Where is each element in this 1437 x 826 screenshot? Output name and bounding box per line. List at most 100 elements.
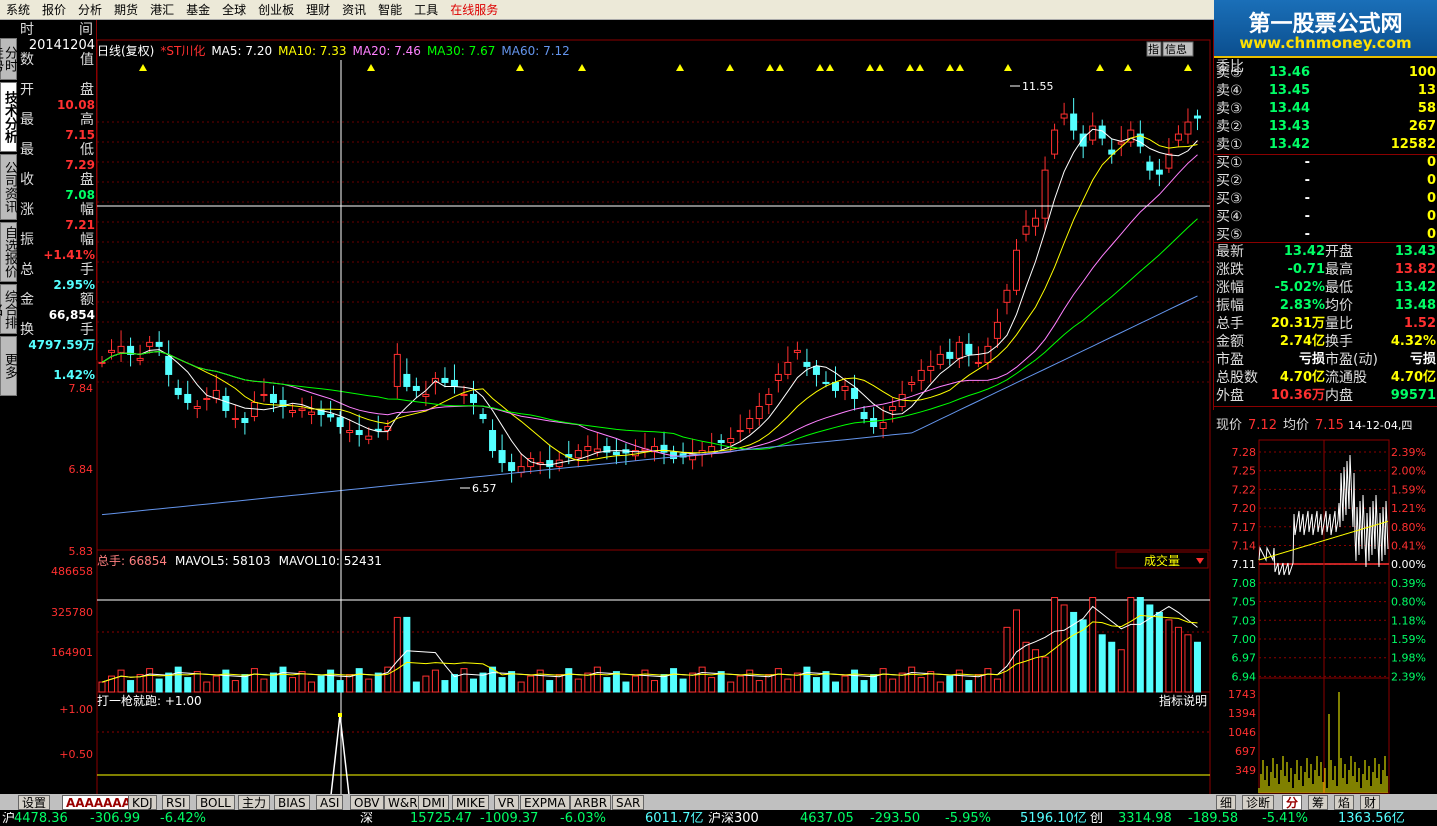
candle-body xyxy=(1193,115,1201,119)
volume-bar xyxy=(155,678,163,693)
stat-row: 金额 2.74亿 换手 4.32% xyxy=(1216,334,1436,350)
candle-body xyxy=(184,393,192,403)
bid-row[interactable]: 买③ -0 xyxy=(1214,190,1437,208)
indicator-tab[interactable]: MIKE xyxy=(452,795,490,810)
menu-item[interactable]: 理财 xyxy=(300,0,336,20)
candle-body xyxy=(412,385,420,391)
indicator-tab[interactable]: AAAAAAA xyxy=(62,795,136,810)
indicator-tab[interactable]: EXPMA xyxy=(520,795,570,810)
right-tab[interactable]: 筹 xyxy=(1308,795,1329,810)
candle-body xyxy=(746,418,754,430)
ma30-line xyxy=(101,218,1198,450)
info-row: 涨幅 xyxy=(20,202,94,218)
signal-triangle xyxy=(866,64,874,71)
ma60-line xyxy=(101,295,1198,516)
indicator-tab[interactable]: ASI xyxy=(316,795,344,810)
bid-row[interactable]: 买② -0 xyxy=(1214,172,1437,190)
volume-bar xyxy=(727,681,735,693)
stat-row: 振幅 2.83% 均价 13.48 xyxy=(1216,298,1436,314)
mini-vol-axis: 349 xyxy=(1235,764,1256,777)
indicator-tab[interactable]: SAR xyxy=(612,795,645,810)
menu-item[interactable]: 全球 xyxy=(216,0,252,20)
mini-left-axis: 7.28 xyxy=(1232,446,1257,459)
bid-row[interactable]: 买④ -0 xyxy=(1214,208,1437,226)
watermark-url: www.chnmoney.com xyxy=(1239,34,1412,52)
right-tab[interactable]: 财 xyxy=(1360,795,1381,810)
volume-axis-label: 164901 xyxy=(51,646,93,659)
signal-triangle xyxy=(956,64,964,71)
indicator-tab[interactable]: W&R xyxy=(384,795,422,810)
menu-item[interactable]: 分析 xyxy=(72,0,108,20)
volume-bar xyxy=(498,677,506,693)
indicator-tab[interactable]: DMI xyxy=(418,795,450,810)
mini-left-axis: 7.11 xyxy=(1232,558,1257,571)
menu-item[interactable]: 创业板 xyxy=(252,0,300,20)
ask-row[interactable]: 卖① 13.42 12582 xyxy=(1214,136,1437,154)
right-tab[interactable]: 分 xyxy=(1282,795,1303,810)
volume-bar xyxy=(308,681,316,693)
candle-body xyxy=(812,365,820,375)
status-item: 3314.98 xyxy=(1118,812,1172,826)
status-item: -1009.37 xyxy=(480,812,539,826)
menu-item[interactable]: 智能 xyxy=(372,0,408,20)
signal-triangle xyxy=(776,64,784,71)
right-tab[interactable]: 细 xyxy=(1216,795,1237,810)
indicator-tab[interactable]: ARBR xyxy=(570,795,612,810)
menu-item[interactable]: 工具 xyxy=(408,0,444,20)
candle-body xyxy=(1060,113,1068,119)
indicator-tab[interactable]: OBV xyxy=(350,795,384,810)
ask-row[interactable]: 卖④ 13.45 13 xyxy=(1214,82,1437,100)
candle-body xyxy=(450,379,458,387)
ask-row[interactable]: 卖⑤ 13.46 100 xyxy=(1214,64,1437,82)
volume-axis-label: 325780 xyxy=(51,606,93,619)
right-tab[interactable]: 诊断 xyxy=(1242,795,1275,810)
candle-body xyxy=(1032,217,1040,227)
volume-bar xyxy=(460,668,468,693)
indicator-tab[interactable]: 设置 xyxy=(18,795,51,810)
indicator-tab[interactable]: BIAS xyxy=(274,795,310,810)
volume-bar xyxy=(641,669,649,693)
status-item: -5.95% xyxy=(945,812,991,826)
mini-right-axis: 1.98% xyxy=(1391,652,1426,665)
mini-left-axis: 7.20 xyxy=(1232,502,1257,515)
ask-row[interactable]: 卖② 13.43 267 xyxy=(1214,118,1437,136)
intraday-minichart[interactable]: 现价 7.12 均价 7.15 14-12-04,四 7.28 2.39% 7.25 2.00%… xyxy=(1213,410,1437,795)
volume-bar xyxy=(1193,641,1201,693)
indicator-tab[interactable]: KDJ xyxy=(128,795,157,810)
mini-right-axis: 0.80% xyxy=(1391,521,1426,534)
index-status-bar: 沪 4478.36 -306.99 -6.42% 深 15725.47 -1009.37 -6… xyxy=(0,812,1437,826)
menu-item[interactable]: 港汇 xyxy=(144,0,180,20)
status-item: -6.42% xyxy=(160,812,206,826)
candle-body xyxy=(1041,169,1049,219)
candle-body xyxy=(717,440,725,444)
menu-item[interactable]: 资讯 xyxy=(336,0,372,20)
header-ma10: MA10: 7.33 xyxy=(278,44,346,58)
volume-bar xyxy=(689,672,697,693)
volume-bar xyxy=(755,680,763,693)
indicator-explain-link[interactable]: 指标说明 xyxy=(1159,693,1207,708)
status-item: -189.58 xyxy=(1188,812,1239,826)
mini-right-axis: 2.39% xyxy=(1391,446,1426,459)
signal-triangle xyxy=(946,64,954,71)
stat-row: 涨跌 -0.71 最高 13.82 xyxy=(1216,262,1436,278)
ask-row[interactable]: 卖③ 13.44 58 xyxy=(1214,100,1437,118)
volume-bar xyxy=(784,678,792,693)
menu-item[interactable]: 系统 xyxy=(0,0,36,20)
menu-item[interactable]: 报价 xyxy=(36,0,72,20)
menu-item[interactable]: 在线服务 xyxy=(444,0,504,20)
menu-item[interactable]: 基金 xyxy=(180,0,216,20)
kline-chart-area[interactable]: 日线(复权) *ST川化 MA5: 7.20 MA10: 7.33 MA20: 7.46… xyxy=(0,20,1213,795)
status-item: -293.50 xyxy=(870,812,921,826)
candle-body xyxy=(1184,121,1192,135)
indicator-tab[interactable]: 主力 xyxy=(238,795,271,810)
info-value: 7.21 xyxy=(65,218,95,232)
right-tab[interactable]: 焰 xyxy=(1334,795,1355,810)
indicator-tab[interactable]: RSI xyxy=(162,795,190,810)
indicator-tab[interactable]: VR xyxy=(494,795,519,810)
volume-bar xyxy=(384,666,392,693)
volume-bar xyxy=(841,675,849,693)
bid-row[interactable]: 买① -0 xyxy=(1214,154,1437,172)
menu-item[interactable]: 期货 xyxy=(108,0,144,20)
indicator-tab[interactable]: BOLL xyxy=(196,795,235,810)
info-value: +1.41% xyxy=(43,248,95,262)
